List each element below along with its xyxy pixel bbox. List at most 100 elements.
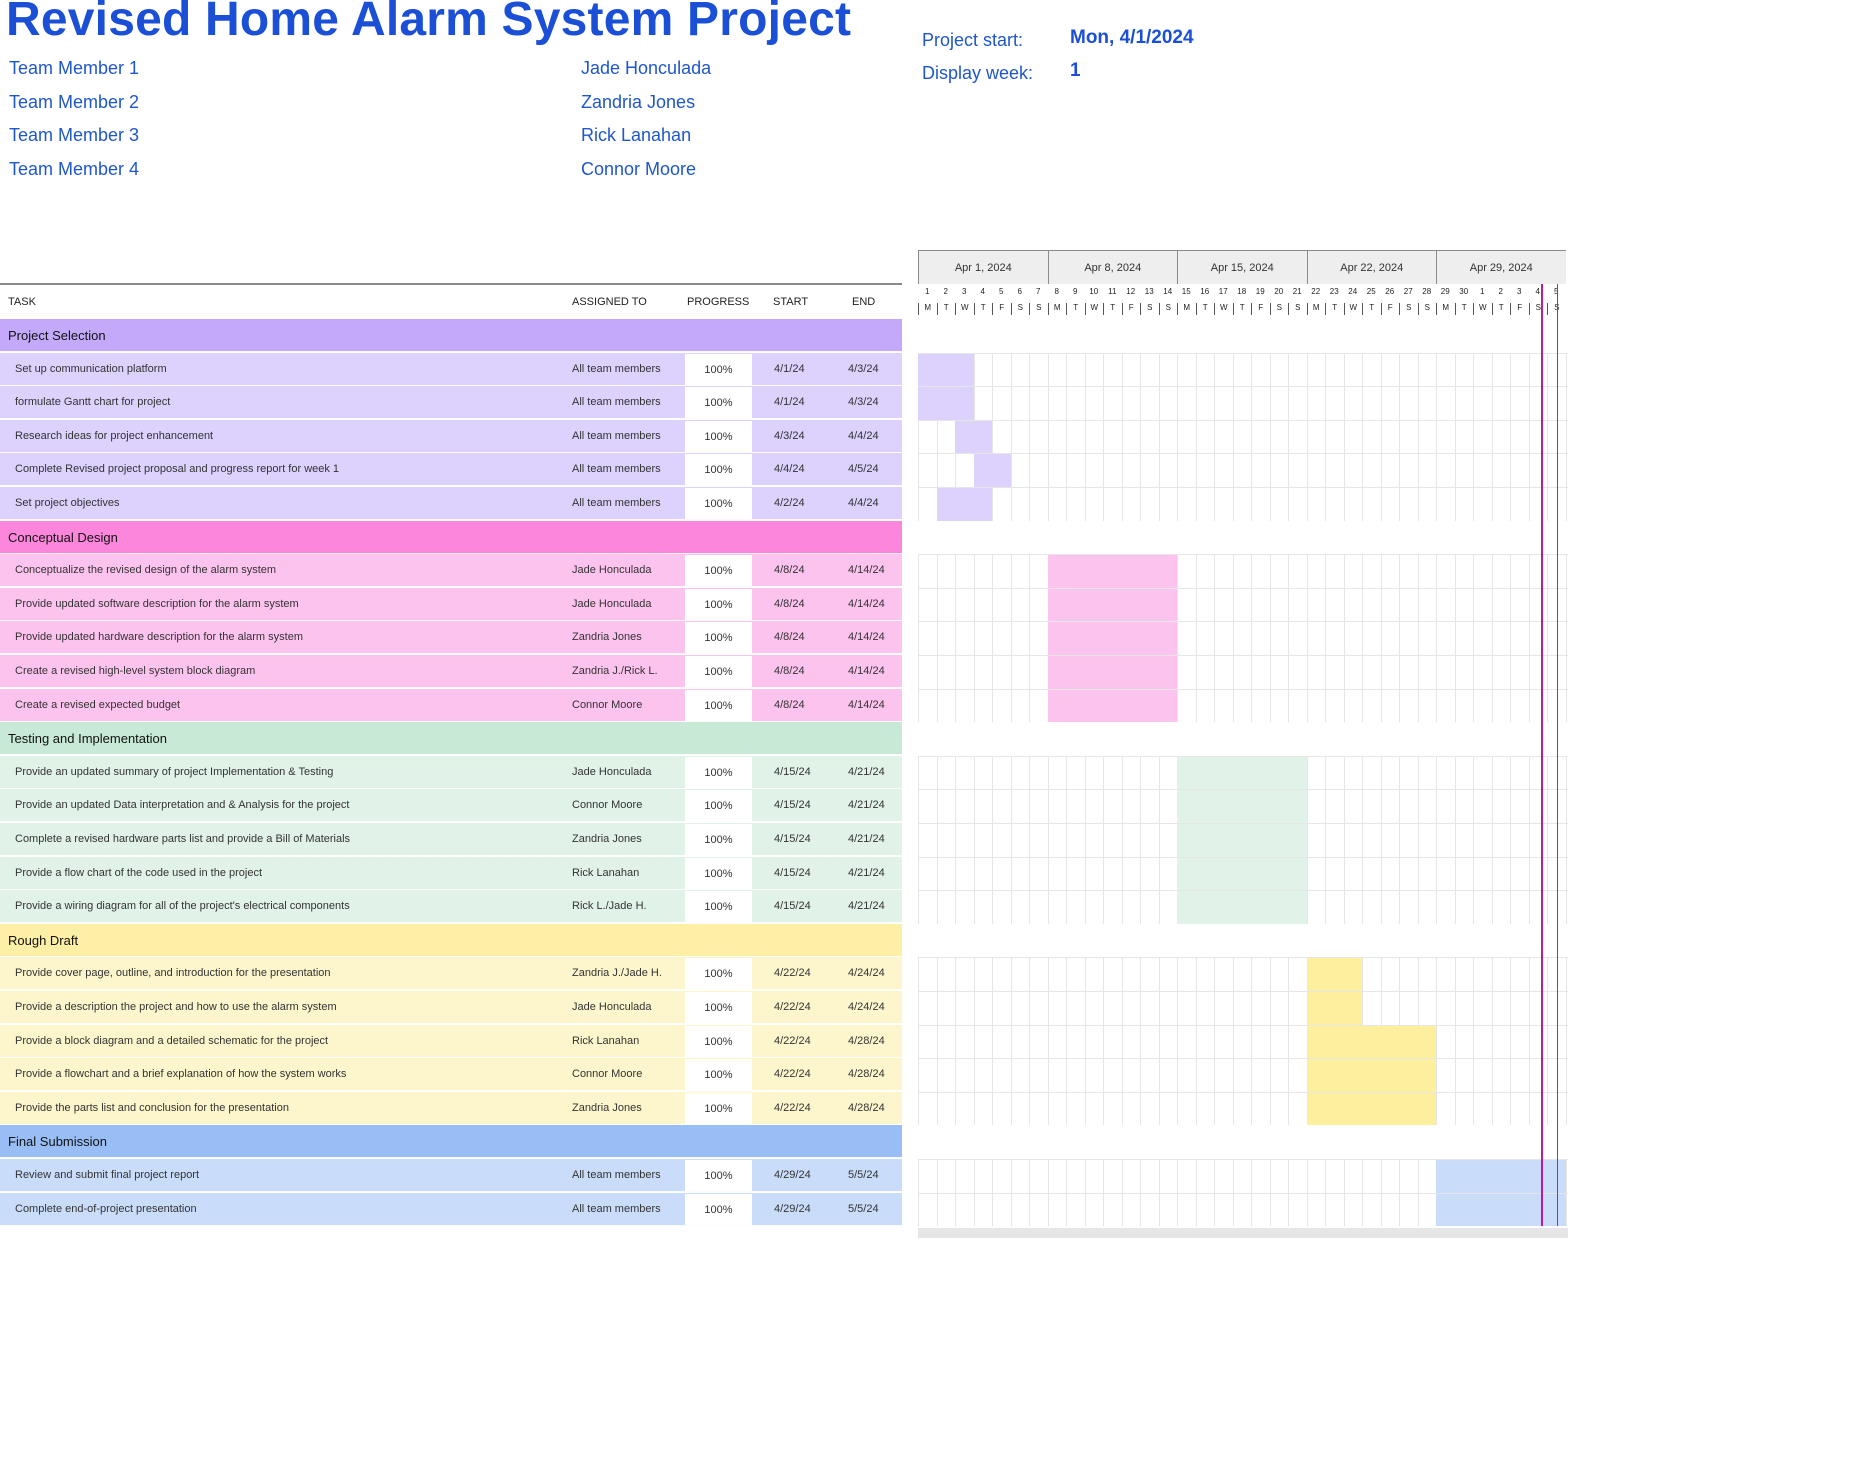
task-row[interactable]: Review and submit final project report Al… — [0, 1159, 902, 1192]
gantt-gridline — [1306, 856, 1308, 891]
task-row[interactable]: Provide updated software description for… — [0, 587, 902, 621]
gantt-bar[interactable] — [936, 488, 992, 521]
task-progress-cell[interactable]: 100% — [685, 488, 752, 519]
task-row[interactable]: Complete a revised hardware parts list a… — [0, 823, 902, 856]
task-progress-cell[interactable]: 100% — [685, 857, 752, 889]
gantt-gridline — [1121, 789, 1123, 823]
display-week-value[interactable]: 1 — [1070, 60, 1081, 82]
column-header-assigned: ASSIGNED TO — [572, 296, 647, 308]
task-row[interactable]: Provide an updated Data interpretation a… — [0, 789, 902, 823]
phase-row[interactable]: Rough Draft — [0, 923, 902, 957]
gantt-bar[interactable] — [1306, 1092, 1436, 1126]
task-row[interactable]: Set up communication platform All team me… — [0, 352, 902, 386]
task-row[interactable]: Conceptualize the revised design of the … — [0, 554, 902, 588]
task-progress-cell[interactable]: 100% — [685, 992, 752, 1023]
gantt-bar[interactable] — [1177, 891, 1307, 924]
task-progress-cell[interactable]: 100% — [685, 656, 752, 687]
gantt-bar[interactable] — [1306, 1025, 1436, 1059]
task-name: Create a revised high-level system block… — [15, 665, 256, 677]
task-row[interactable]: Provide a flow chart of the code used in… — [0, 856, 902, 890]
gantt-bar[interactable] — [1047, 555, 1177, 588]
task-progress-cell[interactable]: 100% — [685, 1059, 752, 1091]
task-progress-cell[interactable]: 100% — [685, 555, 752, 587]
task-row[interactable]: Provide a flowchart and a brief explanat… — [0, 1058, 902, 1092]
task-row[interactable]: Provide cover page, outline, and introdu… — [0, 957, 902, 991]
gantt-bar[interactable] — [1047, 588, 1177, 622]
gantt-gridline — [1362, 453, 1363, 487]
task-row[interactable]: Complete end-of-project presentation All … — [0, 1192, 902, 1226]
task-progress-cell[interactable]: 100% — [685, 454, 752, 486]
task-progress-cell[interactable]: 100% — [685, 387, 752, 419]
gantt-bar[interactable] — [1306, 958, 1362, 991]
gantt-gridline — [1399, 755, 1400, 790]
task-row[interactable]: Set project objectives All team members 4/… — [0, 487, 902, 520]
task-row[interactable]: formulate Gantt chart for project All tea… — [0, 386, 902, 420]
task-end: 5/5/24 — [848, 1169, 879, 1181]
gantt-gridline — [973, 587, 975, 622]
task-progress-cell[interactable]: 100% — [685, 353, 752, 385]
gantt-bar[interactable] — [1436, 1160, 1566, 1193]
day-letter: S — [1269, 303, 1289, 315]
gantt-gridline — [1325, 1159, 1326, 1193]
gantt-bar[interactable] — [1047, 656, 1177, 689]
gantt-gridline — [1528, 688, 1530, 723]
task-start: 4/22/24 — [774, 1101, 811, 1114]
task-row[interactable]: Provide a wiring diagram for all of the … — [0, 890, 902, 924]
gantt-gridline — [1380, 386, 1382, 420]
task-progress-cell[interactable]: 100% — [685, 622, 752, 654]
gantt-gridline — [1473, 957, 1474, 991]
phase-row[interactable]: Testing and Implementation — [0, 722, 902, 756]
task-progress-cell[interactable]: 100% — [685, 790, 752, 822]
task-row[interactable]: Create a revised expected budget Connor M… — [0, 688, 902, 722]
gantt-bar[interactable] — [1177, 756, 1307, 790]
gantt-bar[interactable] — [1177, 824, 1307, 857]
task-progress-cell[interactable]: 100% — [685, 1025, 752, 1057]
task-progress-cell[interactable]: 100% — [685, 756, 752, 788]
task-row[interactable]: Provide a description the project and ho… — [0, 991, 902, 1024]
gantt-bar[interactable] — [1177, 790, 1307, 823]
gantt-gridline — [1288, 587, 1289, 622]
task-progress-cell[interactable]: 100% — [685, 824, 752, 855]
gantt-bar[interactable] — [973, 454, 1011, 487]
gantt-gridline — [1380, 755, 1382, 790]
gantt-gridline — [918, 755, 919, 790]
phase-row[interactable]: Final Submission — [0, 1125, 902, 1159]
project-start-value[interactable]: Mon, 4/1/2024 — [1070, 27, 1194, 49]
task-progress-cell[interactable]: 100% — [685, 588, 752, 620]
gantt-gridline — [1491, 755, 1493, 790]
task-row[interactable]: Provide the parts list and conclusion fo… — [0, 1091, 902, 1125]
task-progress-cell[interactable]: 100% — [685, 1092, 752, 1124]
gantt-gridline — [1380, 453, 1382, 487]
task-progress-cell[interactable]: 100% — [685, 891, 752, 923]
phase-row[interactable]: Project Selection — [0, 319, 902, 352]
horizontal-scrollbar[interactable] — [918, 1228, 1568, 1238]
phase-row[interactable]: Conceptual Design — [0, 520, 902, 554]
gantt-bar[interactable] — [1306, 992, 1362, 1025]
gantt-gridline — [1214, 419, 1215, 454]
gantt-gridline — [1510, 621, 1511, 655]
task-row[interactable]: Provide a block diagram and a detailed s… — [0, 1024, 902, 1058]
gantt-bar[interactable] — [1047, 689, 1177, 723]
task-progress-cell[interactable]: 100% — [685, 1193, 752, 1225]
task-row[interactable]: Provide an updated summary of project Im… — [0, 755, 902, 789]
task-progress-cell[interactable]: 100% — [685, 420, 752, 452]
gantt-gridline — [1232, 1091, 1234, 1126]
task-progress: 100% — [704, 1170, 733, 1182]
task-progress-cell[interactable]: 100% — [685, 689, 752, 721]
gantt-bar[interactable] — [1047, 622, 1177, 655]
task-progress-cell[interactable]: 100% — [685, 958, 752, 990]
task-progress-cell[interactable]: 100% — [685, 1160, 752, 1191]
task-row[interactable]: Provide updated hardware description for… — [0, 621, 902, 655]
gantt-bar[interactable] — [918, 353, 974, 387]
task-row[interactable]: Research ideas for project enhancement Al… — [0, 419, 902, 453]
task-end: 4/24/24 — [848, 967, 885, 980]
gantt-gridline — [1084, 823, 1086, 857]
gantt-bar[interactable] — [1306, 1059, 1436, 1092]
gantt-bar[interactable] — [1177, 857, 1307, 891]
gantt-bar[interactable] — [1436, 1193, 1566, 1227]
task-row[interactable]: Create a revised high-level system block… — [0, 655, 902, 688]
gantt-gridline — [1510, 856, 1511, 891]
task-row[interactable]: Complete Revised project proposal and pr… — [0, 453, 902, 487]
gantt-bar[interactable] — [955, 420, 992, 454]
gantt-bar[interactable] — [918, 387, 974, 420]
